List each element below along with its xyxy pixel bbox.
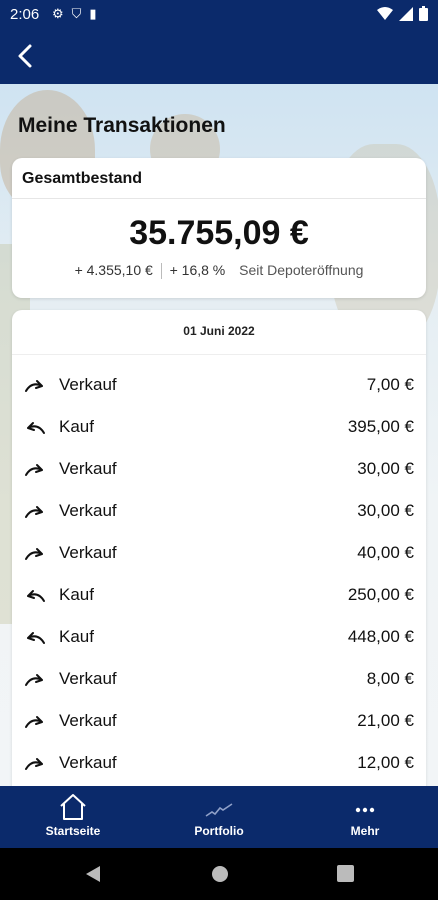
transaction-row[interactable]: Verkauf 40,00 € [12, 533, 426, 575]
app-bar [0, 28, 438, 84]
sell-arrow-icon [25, 506, 43, 518]
sd-card-icon: ▮ [89, 6, 97, 21]
sell-arrow-icon [25, 716, 43, 728]
transaction-type: Kauf [59, 585, 94, 604]
divider [12, 198, 426, 199]
signal-icon [399, 6, 413, 21]
transaction-amount: 395,00 € [347, 417, 414, 436]
change-absolute: + 4.355,10 € [74, 262, 153, 278]
transaction-type: Verkauf [59, 753, 117, 772]
transaction-amount: 21,00 € [357, 711, 414, 730]
more-dots-icon [355, 807, 375, 813]
shield-icon: ⛉ [71, 6, 82, 21]
back-arrow-icon[interactable] [14, 42, 38, 70]
transaction-type: Verkauf [59, 543, 117, 562]
home-icon [60, 794, 86, 820]
status-right [377, 6, 428, 21]
buy-arrow-icon [27, 632, 45, 644]
transaction-row[interactable]: Verkauf 30,00 € [12, 491, 426, 533]
transaction-type: Kauf [59, 417, 94, 436]
status-icons: ⚙ ⛉ ▮ [52, 6, 97, 22]
wifi-icon [377, 6, 393, 20]
transaction-type: Kauf [59, 627, 94, 646]
sell-arrow-icon [25, 464, 43, 476]
transaction-row[interactable]: Verkauf 8,00 € [12, 659, 426, 701]
system-nav-bar [0, 848, 438, 900]
transaction-amount: 8,00 € [366, 669, 414, 688]
status-bar: 2:06 ⚙ ⛉ ▮ [0, 0, 438, 28]
transaction-row[interactable]: Verkauf 21,00 € [12, 701, 426, 743]
total-card: Gesamtbestand 35.755,09 € + 4.355,10 € +… [12, 158, 426, 298]
tab-label: Startseite [45, 824, 101, 838]
total-amount: 35.755,09 € [129, 214, 309, 252]
divider [160, 263, 162, 280]
transaction-amount: 30,00 € [357, 459, 414, 478]
bottom-tab-bar: Startseite Portfolio Mehr [0, 786, 438, 848]
battery-icon [419, 6, 428, 21]
transaction-amount: 448,00 € [347, 627, 414, 646]
buy-arrow-icon [27, 422, 45, 434]
page-title: Meine Transaktionen [18, 114, 226, 137]
transaction-amount: 40,00 € [357, 543, 414, 562]
tab-portfolio[interactable]: Portfolio [146, 786, 292, 848]
buy-arrow-icon [27, 590, 45, 602]
transaction-row[interactable]: Kauf 250,00 € [12, 575, 426, 617]
transaction-type: Verkauf [59, 501, 117, 520]
transaction-row[interactable]: Kauf 395,00 € [12, 407, 426, 449]
tab-label: Portfolio [194, 824, 244, 838]
tab-label: Mehr [350, 824, 380, 838]
transaction-row[interactable]: Verkauf 12,00 € [12, 743, 426, 785]
change-percent: + 16,8 % [169, 262, 226, 278]
settings-icon: ⚙ [52, 6, 64, 21]
since-label: Seit Depoteröffnung [239, 262, 364, 278]
nav-back-icon[interactable] [84, 864, 102, 884]
sell-arrow-icon [25, 548, 43, 560]
sell-arrow-icon [25, 758, 43, 770]
transaction-amount: 12,00 € [357, 753, 414, 772]
total-change: + 4.355,10 € + 16,8 % Seit Depoteröffnun… [12, 262, 426, 280]
sell-arrow-icon [25, 674, 43, 686]
total-label: Gesamtbestand [22, 170, 143, 187]
transaction-date: 01 Juni 2022 [183, 324, 255, 338]
transaction-row[interactable]: Verkauf 7,00 € [12, 365, 426, 407]
transaction-type: Verkauf [59, 459, 117, 478]
transaction-type: Verkauf [59, 375, 117, 394]
transaction-type: Verkauf [59, 669, 117, 688]
divider [12, 354, 426, 355]
transaction-amount: 30,00 € [357, 501, 414, 520]
nav-recents-icon[interactable] [337, 865, 354, 882]
transaction-row[interactable]: Verkauf 30,00 € [12, 449, 426, 491]
nav-home-icon[interactable] [210, 864, 230, 884]
chart-line-icon [205, 803, 233, 817]
status-time: 2:06 [10, 6, 40, 23]
transaction-row[interactable]: Kauf 448,00 € [12, 617, 426, 659]
transactions-card: 01 Juni 2022 Verkauf 7,00 € Kauf 395,00 € Ve… [12, 310, 426, 790]
transaction-type: Verkauf [59, 711, 117, 730]
transaction-amount: 250,00 € [347, 585, 414, 604]
sell-arrow-icon [25, 380, 43, 392]
tab-startseite[interactable]: Startseite [0, 786, 146, 848]
transaction-amount: 7,00 € [366, 375, 414, 394]
tab-mehr[interactable]: Mehr [292, 786, 438, 848]
